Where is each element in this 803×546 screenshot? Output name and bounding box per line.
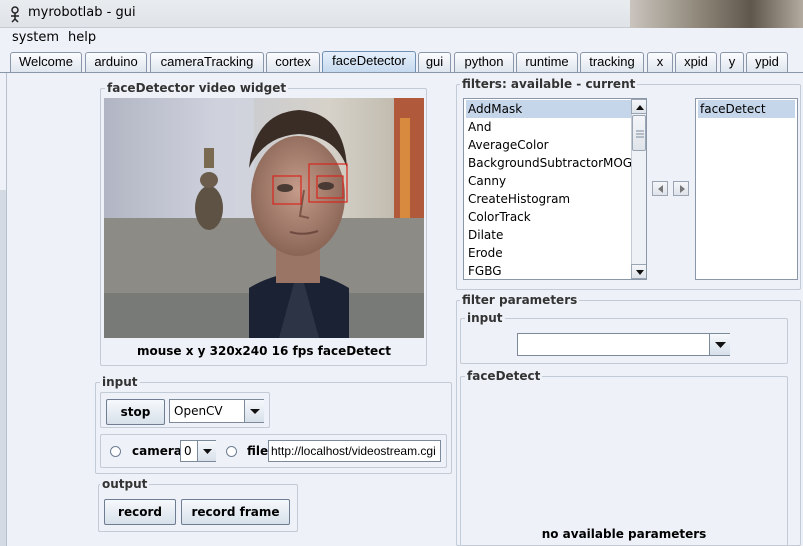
list-item[interactable]: Dilate bbox=[466, 226, 631, 244]
grabber-select-value: OpenCV bbox=[174, 404, 223, 418]
tab-runtime[interactable]: runtime bbox=[516, 52, 578, 72]
panel-divider bbox=[6, 73, 7, 546]
record-button[interactable]: record bbox=[104, 499, 176, 525]
tab-gui[interactable]: gui bbox=[418, 52, 451, 72]
list-item[interactable]: ColorTrack bbox=[466, 208, 631, 226]
list-item[interactable]: Erode bbox=[466, 244, 631, 262]
tab-tracking[interactable]: tracking bbox=[580, 52, 644, 72]
camera-index-select[interactable]: 0 bbox=[180, 440, 216, 462]
list-item[interactable]: Canny bbox=[466, 172, 631, 190]
tab-y[interactable]: y bbox=[720, 52, 744, 72]
camera-radio[interactable] bbox=[110, 446, 121, 457]
tab-facedetector[interactable]: faceDetector bbox=[322, 51, 416, 73]
tab-cortex[interactable]: cortex bbox=[266, 52, 320, 72]
file-url-input[interactable]: http://localhost/videostream.cgi bbox=[268, 440, 441, 462]
video-status: mouse x y 320x240 16 fps faceDetect bbox=[136, 344, 392, 358]
menu-help[interactable]: help bbox=[68, 30, 96, 45]
camera-index-value: 0 bbox=[184, 444, 192, 458]
file-label: file bbox=[247, 444, 269, 458]
tab-x[interactable]: x bbox=[647, 52, 673, 72]
chevron-down-icon[interactable] bbox=[709, 334, 730, 355]
video-widget-title: faceDetector video widget bbox=[105, 81, 289, 95]
stop-button[interactable]: stop bbox=[106, 399, 165, 425]
chevron-down-icon[interactable] bbox=[197, 441, 216, 461]
list-item[interactable]: FGBG bbox=[466, 262, 631, 279]
tab-xpid[interactable]: xpid bbox=[675, 52, 717, 72]
filters-title: filters: available - current bbox=[460, 77, 638, 91]
filter-detail-title: faceDetect bbox=[465, 369, 543, 383]
available-filters-list[interactable]: AddMask And AverageColor BackgroundSubtr… bbox=[463, 98, 647, 280]
file-url-value: http://localhost/videostream.cgi bbox=[271, 444, 436, 458]
no-parameters-label: no available parameters bbox=[541, 527, 707, 541]
filter-parameters-title: filter parameters bbox=[460, 293, 580, 307]
camera-label: camera bbox=[132, 444, 182, 458]
filter-input-select[interactable] bbox=[517, 333, 730, 356]
tab-welcome[interactable]: Welcome bbox=[10, 52, 82, 72]
scroll-up-icon[interactable] bbox=[631, 99, 646, 114]
side-strip bbox=[0, 190, 6, 546]
list-item[interactable]: BackgroundSubtractorMOG2 bbox=[466, 154, 640, 172]
filter-input-title: input bbox=[465, 311, 505, 325]
scroll-down-icon[interactable] bbox=[631, 264, 646, 279]
tab-python[interactable]: python bbox=[454, 52, 514, 72]
list-item[interactable]: faceDetect bbox=[698, 100, 795, 118]
output-group-title: output bbox=[100, 477, 150, 491]
menu-system[interactable]: system bbox=[12, 30, 59, 45]
tab-arduino[interactable]: arduino bbox=[85, 52, 147, 72]
list-item[interactable]: CreateHistogram bbox=[466, 190, 631, 208]
background-window-image bbox=[630, 0, 803, 28]
file-radio[interactable] bbox=[226, 446, 237, 457]
current-filters-list[interactable]: faceDetect bbox=[695, 98, 798, 280]
record-frame-button[interactable]: record frame bbox=[181, 499, 290, 525]
menu-bar bbox=[0, 28, 803, 48]
move-left-icon[interactable] bbox=[652, 181, 668, 196]
list-item[interactable]: AverageColor bbox=[466, 136, 631, 154]
filter-detail-group bbox=[460, 376, 788, 546]
scroll-thumb[interactable] bbox=[632, 115, 646, 151]
video-frame[interactable] bbox=[104, 98, 424, 338]
app-icon bbox=[7, 5, 23, 23]
list-item[interactable]: AddMask bbox=[466, 100, 631, 118]
list-item[interactable]: And bbox=[466, 118, 631, 136]
tab-ypid[interactable]: ypid bbox=[746, 52, 788, 72]
chevron-down-icon[interactable] bbox=[244, 400, 264, 422]
camera-image bbox=[104, 98, 424, 338]
grabber-select[interactable]: OpenCV bbox=[169, 399, 264, 423]
input-group-title: input bbox=[100, 375, 140, 389]
move-right-icon[interactable] bbox=[673, 181, 689, 196]
window-title: myrobotlab - gui bbox=[28, 5, 136, 20]
tab-cameratracking[interactable]: cameraTracking bbox=[150, 52, 264, 72]
